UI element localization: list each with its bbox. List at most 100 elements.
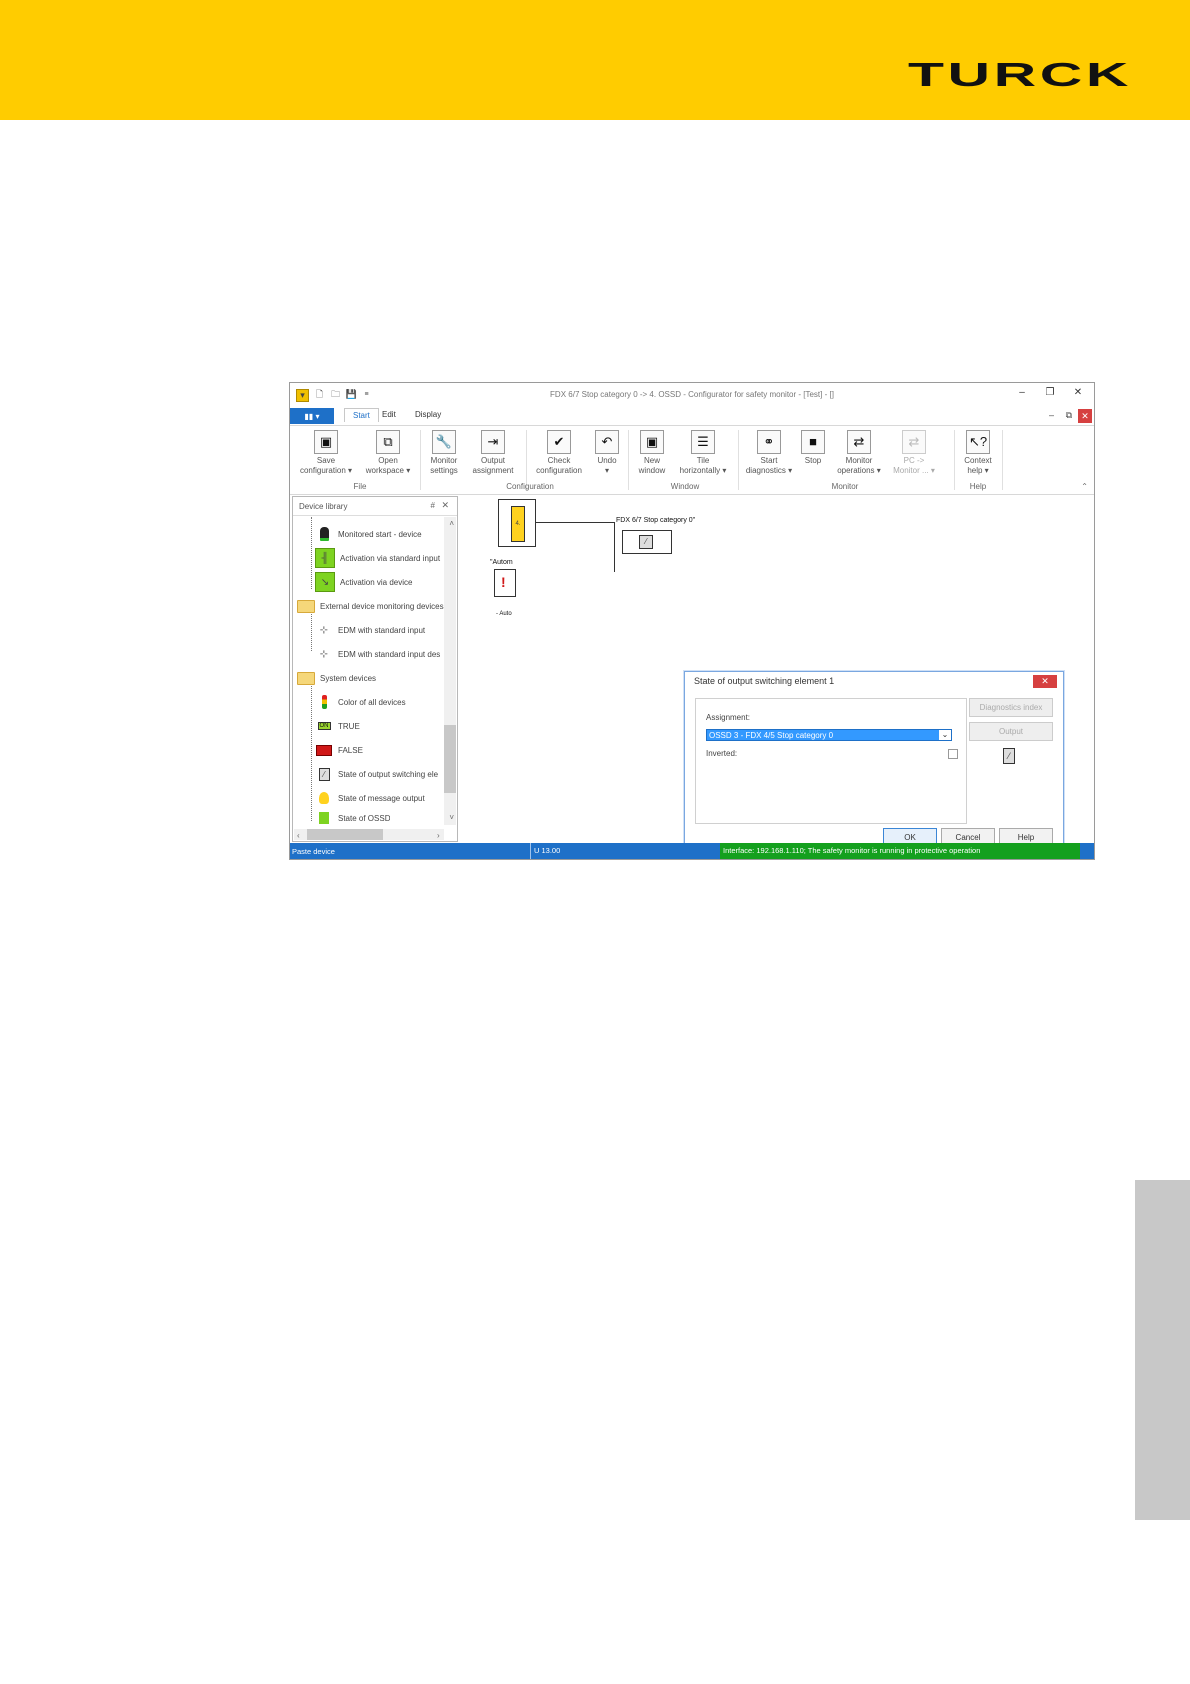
- checkmark-icon: ✔: [547, 430, 571, 454]
- assignment-select[interactable]: OSSD 3 - FDX 4/5 Stop category 0 ⌄: [706, 729, 952, 741]
- ribbon-tabs: ▮▮ ▾ Start Edit Display – ⧉ ✕: [290, 407, 1094, 425]
- function-block[interactable]: 4.: [498, 499, 536, 547]
- list-item[interactable]: State of OSSD: [315, 811, 390, 825]
- tile-label: Tile: [696, 456, 710, 465]
- undo-icon: ↶: [595, 430, 619, 454]
- stop-label: Stop: [804, 456, 822, 465]
- list-item[interactable]: ⊹ EDM with standard input: [315, 619, 425, 641]
- open-workspace-button[interactable]: ⧉ Open workspace ▾: [362, 430, 414, 476]
- brand-header-band: TURCK: [0, 0, 1190, 120]
- minimize-button[interactable]: –: [1008, 387, 1036, 403]
- inverted-checkbox[interactable]: [948, 749, 958, 759]
- output-switching-block[interactable]: ⁄: [622, 530, 672, 554]
- configuration-canvas[interactable]: 4. FDX 6/7 Stop category 0" ⁄ "Autom ! -…: [462, 495, 1092, 857]
- stop-icon: ■: [801, 430, 825, 454]
- diagnostics-index-button[interactable]: Diagnostics index: [969, 698, 1053, 717]
- save-configuration-button[interactable]: ▣ Save configuration ▾: [298, 430, 354, 476]
- off-icon: [315, 741, 333, 759]
- doc-restore-button[interactable]: ⧉: [1066, 410, 1072, 421]
- dialog-content-panel: Assignment: OSSD 3 - FDX 4/5 Stop catego…: [695, 698, 967, 824]
- list-item-label: Activation via device: [340, 577, 413, 587]
- app-window: ▾ 🗋 🗀 💾 ≡ FDX 6/7 Stop category 0 -> 4. …: [289, 382, 1095, 860]
- stop-button[interactable]: ■ Stop: [800, 430, 826, 466]
- block-label: FDX 6/7 Stop category 0": [616, 517, 696, 524]
- list-item[interactable]: System devices: [297, 667, 376, 689]
- pc-to-monitor-button[interactable]: ⇄ PC -> Monitor ... ▾: [890, 430, 938, 476]
- list-item[interactable]: Monitored start - device: [315, 523, 422, 545]
- tile-horizontally-button[interactable]: ☰ Tile horizontally ▾: [674, 430, 732, 476]
- list-item[interactable]: ON TRUE: [315, 715, 360, 737]
- list-item[interactable]: External device monitoring devices: [297, 595, 444, 617]
- list-item[interactable]: ↘ Activation via device: [315, 571, 412, 593]
- group-separator: [1002, 430, 1003, 490]
- list-item-label: External device monitoring devices: [320, 601, 444, 611]
- close-button[interactable]: ✕: [1064, 387, 1092, 403]
- library-close-icon[interactable]: ✕: [441, 500, 449, 511]
- wrench-icon: 🔧: [432, 430, 456, 454]
- group-label-help: Help: [969, 482, 987, 491]
- new-window-button[interactable]: ▣ New window: [632, 430, 672, 476]
- list-item[interactable]: ╢ Activation via standard input: [315, 547, 440, 569]
- group-label-configuration: Configuration: [506, 482, 554, 491]
- list-item-label: FALSE: [338, 745, 363, 755]
- bulb-icon: [315, 789, 333, 807]
- monitor-settings-button[interactable]: 🔧 Monitor settings: [424, 430, 464, 476]
- output-state-dialog: State of output switching element 1 ✕ As…: [684, 671, 1064, 857]
- switch-icon: ↘: [315, 572, 335, 592]
- scroll-up-icon[interactable]: ˄: [449, 519, 454, 528]
- turck-logo: TURCK: [908, 60, 1132, 90]
- collapse-ribbon-icon[interactable]: ⌃: [1081, 482, 1088, 491]
- relay-icon: ⁄: [1003, 748, 1015, 764]
- status-version: U 13.00: [530, 843, 712, 859]
- list-item[interactable]: ⊹ EDM with standard input des: [315, 643, 440, 665]
- save-sublabel: configuration ▾: [299, 466, 353, 475]
- output-assignment-button[interactable]: ⇥ Output assignment: [468, 430, 518, 476]
- list-item[interactable]: State of message output: [315, 787, 425, 809]
- new-window-label: New: [643, 456, 660, 465]
- start-diagnostics-button[interactable]: ⚭ Start diagnostics ▾: [742, 430, 796, 476]
- group-separator: [738, 430, 739, 490]
- library-horizontal-scroll-thumb[interactable]: [307, 829, 383, 840]
- list-item-label: System devices: [320, 673, 377, 683]
- chevron-down-icon[interactable]: ⌄: [939, 730, 951, 740]
- check-sublabel: configuration: [536, 466, 582, 475]
- list-item[interactable]: FALSE: [315, 739, 363, 761]
- on-icon: ON: [317, 722, 331, 730]
- connection-line: [535, 522, 615, 523]
- file-menu-button[interactable]: ▮▮ ▾: [290, 408, 334, 424]
- group-label-window: Window: [670, 482, 700, 491]
- tab-display[interactable]: Display: [415, 410, 441, 419]
- monitor-operations-button[interactable]: ⇄ Monitor operations ▾: [832, 430, 886, 476]
- list-item-label: Monitored start - device: [338, 529, 422, 539]
- tab-edit[interactable]: Edit: [382, 410, 396, 419]
- output-button[interactable]: Output: [969, 722, 1053, 741]
- start-diagnostics-sublabel: diagnostics ▾: [745, 466, 793, 475]
- group-label-file: File: [353, 482, 367, 491]
- warning-block[interactable]: !: [494, 569, 516, 597]
- new-window-icon: ▣: [640, 430, 664, 454]
- list-item[interactable]: ⁄ State of output switching ele: [315, 763, 438, 785]
- traffic-light-icon: [315, 693, 333, 711]
- check-configuration-button[interactable]: ✔ Check configuration: [530, 430, 588, 476]
- list-item-label: State of OSSD: [338, 813, 391, 823]
- tab-start[interactable]: Start: [344, 408, 379, 422]
- group-separator: [526, 430, 527, 490]
- status-bar: Paste device U 13.00 Interface: 192.168.…: [290, 843, 1094, 859]
- pin-icon[interactable]: #: [431, 501, 435, 510]
- scroll-right-icon[interactable]: ›: [437, 831, 440, 840]
- maximize-button[interactable]: ❐: [1036, 387, 1064, 403]
- undo-button[interactable]: ↶ Undo ▾: [592, 430, 622, 476]
- list-item[interactable]: Color of all devices: [315, 691, 406, 713]
- doc-close-button[interactable]: ✕: [1078, 409, 1092, 423]
- scroll-down-icon[interactable]: ˅: [449, 813, 454, 822]
- dialog-close-button[interactable]: ✕: [1033, 675, 1057, 688]
- chapter-side-tab: [1135, 1180, 1190, 1520]
- output-assignment-sublabel: assignment: [472, 466, 514, 475]
- context-help-button[interactable]: ↖? Context help ▾: [958, 430, 998, 476]
- tile-icon: ☰: [691, 430, 715, 454]
- doc-minimize-button[interactable]: –: [1049, 410, 1054, 420]
- scroll-left-icon[interactable]: ‹: [297, 831, 300, 840]
- tree-connector: [311, 679, 312, 821]
- svg-text:TURCK: TURCK: [908, 60, 1132, 90]
- library-vertical-scroll-thumb[interactable]: [444, 725, 456, 793]
